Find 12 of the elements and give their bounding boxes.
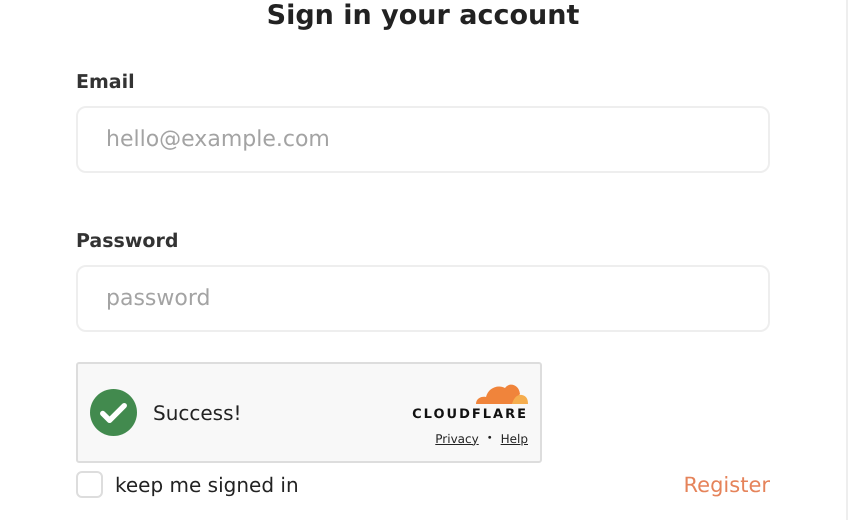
password-field[interactable]: password: [76, 265, 770, 332]
password-label: Password: [76, 229, 180, 253]
page-title: Sign in your account: [266, 0, 580, 32]
remember-label: keep me signed in: [115, 474, 299, 496]
brand-name: CLOUDFLARE: [412, 408, 528, 422]
captcha-status: Success!: [153, 400, 242, 426]
privacy-link[interactable]: Privacy: [435, 430, 479, 448]
email-label: Email: [76, 70, 136, 94]
help-link[interactable]: Help: [500, 430, 528, 448]
email-field[interactable]: hello@example.com: [76, 106, 770, 173]
remember-checkbox[interactable]: [76, 471, 103, 498]
separator-dot: •: [486, 432, 493, 446]
